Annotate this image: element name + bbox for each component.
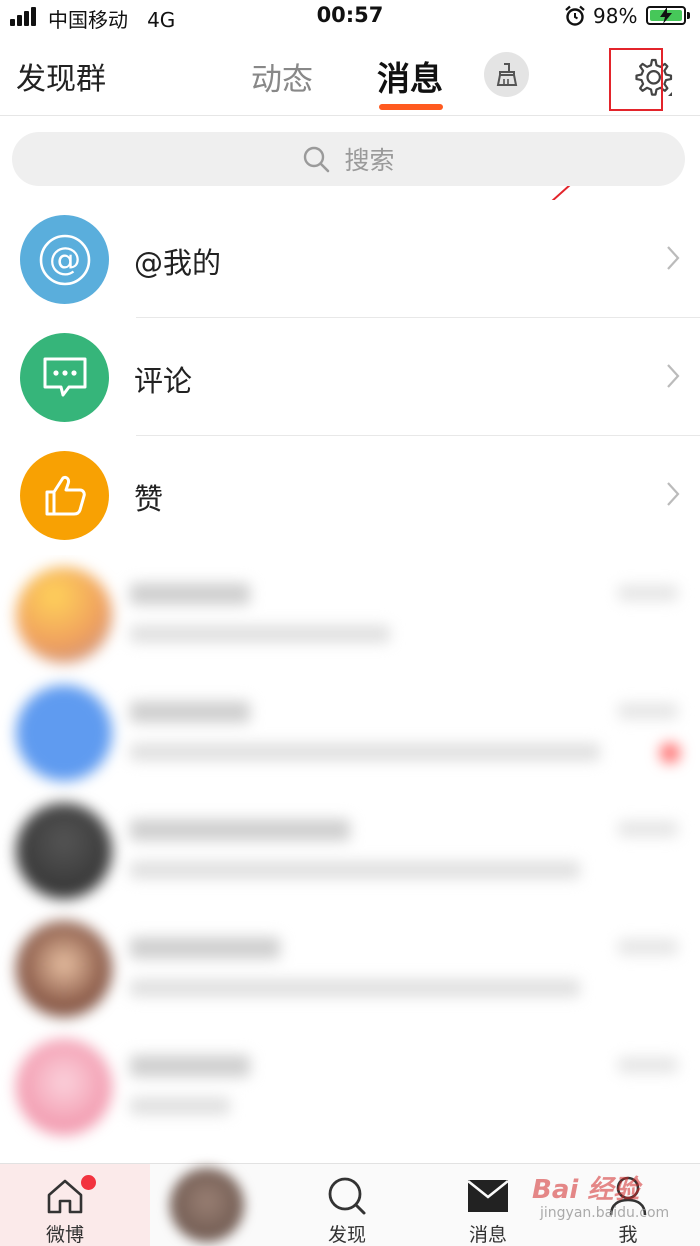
tab-label: 发现 xyxy=(327,1224,366,1246)
row-comments[interactable]: 评论 xyxy=(0,318,700,436)
blurred-name xyxy=(130,1055,250,1077)
avatar xyxy=(16,803,112,899)
blurred-time xyxy=(618,1057,678,1073)
mail-icon xyxy=(466,1174,510,1218)
avatar xyxy=(16,1039,112,1135)
comment-icon xyxy=(43,357,86,396)
blurred-name xyxy=(130,701,250,723)
row-title: 评论 xyxy=(134,364,193,398)
list-item[interactable] xyxy=(0,791,700,909)
blurred-preview xyxy=(130,979,580,997)
row-title: @我的 xyxy=(134,246,222,280)
list-item[interactable] xyxy=(0,555,700,673)
row-likes[interactable]: 赞 xyxy=(0,436,700,554)
blurred-preview xyxy=(130,861,580,879)
tab-label: 微博 xyxy=(45,1224,84,1246)
svg-text:@: @ xyxy=(49,240,81,278)
chevron-right-icon xyxy=(667,246,680,270)
blurred-center-tab[interactable] xyxy=(164,1164,250,1246)
tab-weibo[interactable]: 微博 xyxy=(20,1164,110,1246)
likes-avatar xyxy=(20,451,109,540)
tab-label: 消息 xyxy=(468,1224,507,1246)
blurred-time xyxy=(618,821,678,837)
unread-badge xyxy=(660,743,680,763)
row-title: 赞 xyxy=(134,482,164,516)
blurred-time xyxy=(618,939,678,955)
blurred-preview xyxy=(130,1097,230,1115)
blurred-preview xyxy=(130,743,600,761)
watermark-subtext: jingyan.baidu.com xyxy=(540,1205,670,1221)
list-item[interactable] xyxy=(0,673,700,791)
avatar xyxy=(16,921,112,1017)
blurred-name xyxy=(130,583,250,605)
avatar xyxy=(16,567,112,663)
comments-avatar xyxy=(20,333,109,422)
list-item[interactable] xyxy=(0,1027,700,1145)
chevron-right-icon xyxy=(667,364,680,388)
blurred-time xyxy=(618,703,678,719)
search-input[interactable]: 搜索 xyxy=(12,132,685,186)
mentions-avatar: @ xyxy=(20,215,109,304)
bottom-tab-bar: 微博 发现 消息 我 Bai 经验 jingyan.baidu.com xyxy=(0,1163,700,1246)
notification-dot xyxy=(81,1175,96,1190)
list-item[interactable] xyxy=(0,909,700,1027)
blurred-name xyxy=(130,819,350,841)
row-mentions[interactable]: @ @我的 xyxy=(0,200,700,318)
watermark-text: Bai 经验 xyxy=(532,1175,640,1205)
tab-discover[interactable]: 发现 xyxy=(302,1164,392,1246)
blurred-time xyxy=(618,585,678,601)
search-icon xyxy=(304,146,330,173)
blurred-name xyxy=(130,937,280,959)
thumbs-up-icon xyxy=(45,475,86,515)
search-icon xyxy=(325,1174,369,1218)
tab-messages-bottom[interactable]: 消息 xyxy=(443,1164,533,1246)
blurred-preview xyxy=(130,625,390,643)
avatar xyxy=(16,685,112,781)
search-placeholder: 搜索 xyxy=(344,146,395,175)
conversation-list xyxy=(0,555,700,1163)
tab-label: 我 xyxy=(618,1224,638,1246)
at-icon: @ xyxy=(39,234,90,285)
chevron-right-icon xyxy=(667,482,680,506)
